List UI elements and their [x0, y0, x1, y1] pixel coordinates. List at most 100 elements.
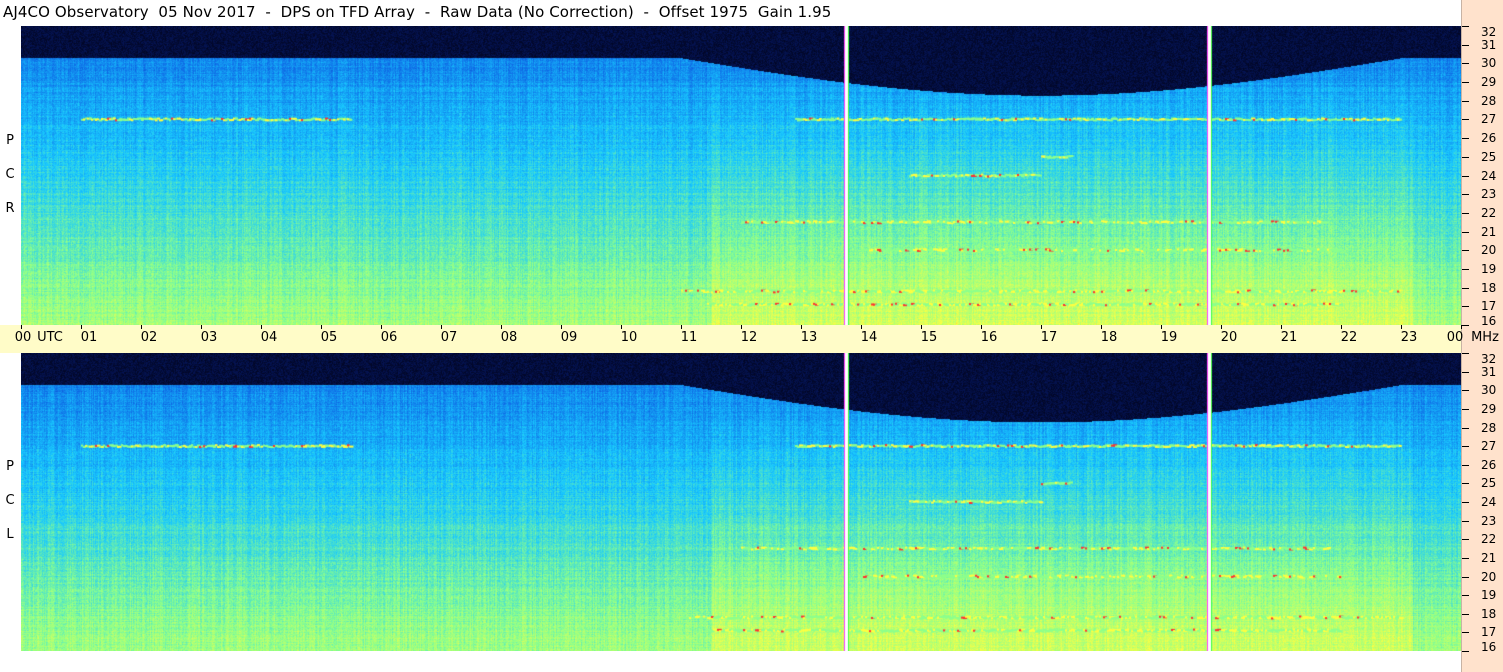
mhz-tick-mark [1462, 63, 1469, 65]
utc-tick-mark [21, 325, 22, 329]
mhz-tick-mark [1462, 408, 1469, 410]
utc-tick-label: 06 [380, 330, 398, 345]
mhz-tick-mark [1462, 613, 1469, 615]
mhz-tick-label: 22 [1481, 532, 1497, 547]
utc-tick-mark [261, 325, 262, 329]
mhz-tick-mark [1462, 446, 1469, 448]
utc-tick-mark [621, 325, 622, 329]
mhz-tick-label: 16 [1481, 314, 1497, 328]
rcp-spectrogram [21, 26, 1461, 325]
utc-tick-label: 22 [1340, 330, 1358, 345]
utc-tick-label: 04 [260, 330, 278, 345]
mhz-tick-label: 17 [1481, 625, 1497, 640]
utc-tick-mark [321, 325, 322, 329]
utc-tick-label: 23 [1400, 330, 1418, 345]
mhz-tick-mark [1462, 520, 1469, 522]
mhz-tick-mark [1462, 119, 1469, 121]
mhz-tick-mark [1462, 175, 1469, 177]
mhz-tick-mark [1462, 502, 1469, 503]
mhz-tick-label: 17 [1481, 299, 1497, 314]
mhz-tick-mark [1462, 231, 1469, 233]
mhz-tick-label: 30 [1481, 383, 1497, 398]
utc-tick-mark [741, 325, 742, 329]
utc-tick-mark [1041, 325, 1042, 329]
mhz-tick-mark [1462, 82, 1469, 84]
utc-tick-mark [1221, 325, 1222, 329]
mhz-tick-mark [1462, 287, 1469, 289]
utc-tick-label: 14 [860, 330, 878, 345]
mhz-tick-label: 22 [1481, 205, 1497, 220]
utc-tick-label: 20 [1220, 330, 1238, 345]
mhz-tick-mark [1462, 539, 1469, 541]
mhz-tick-mark [1462, 576, 1469, 578]
utc-tick-mark [801, 325, 802, 329]
chart-title: AJ4CO Observatory 05 Nov 2017 - DPS on T… [3, 3, 832, 21]
utc-tick-label: 09 [560, 330, 578, 345]
utc-tick-mark [861, 325, 862, 329]
mhz-tick-label: 31 [1481, 37, 1497, 52]
mhz-tick-mark [1462, 325, 1469, 326]
mhz-tick-label: 23 [1481, 187, 1497, 202]
mhz-tick-label: 24 [1481, 168, 1497, 183]
utc-tick-mark [141, 325, 142, 329]
utc-tick-label: 19 [1160, 330, 1178, 345]
rcp-heatmap-canvas [21, 26, 1461, 325]
mhz-tick-label: 29 [1481, 75, 1497, 90]
mhz-tick-mark [1462, 427, 1469, 429]
mhz-tick-mark [1462, 595, 1469, 597]
lcp-heatmap-canvas [21, 353, 1461, 651]
utc-tick-mark [1401, 325, 1402, 329]
mhz-tick-mark [1462, 632, 1469, 634]
utc-tick-label: 10 [620, 330, 638, 345]
lcp-letter-2: C [5, 493, 15, 508]
mhz-tick-label: 24 [1481, 495, 1497, 509]
mhz-tick-label: 23 [1481, 513, 1497, 528]
utc-tick-mark [201, 325, 202, 329]
mhz-tick-mark [1462, 194, 1469, 196]
mhz-tick-label: 31 [1481, 364, 1497, 379]
utc-tick-label: 08 [500, 330, 518, 345]
utc-tick-mark [441, 325, 442, 329]
utc-tick-mark [1281, 325, 1282, 329]
utc-tick-mark [1461, 325, 1462, 329]
mhz-tick-mark [1462, 26, 1469, 27]
utc-tick-label: 03 [200, 330, 218, 345]
mhz-tick-mark [1462, 138, 1469, 140]
utc-tick-label: 13 [800, 330, 818, 345]
utc-tick-label: 18 [1100, 330, 1118, 345]
utc-tick-mark [681, 325, 682, 329]
lcp-spectrogram [21, 353, 1461, 651]
rcp-letter-1: P [6, 133, 14, 148]
mhz-tick-label: 20 [1481, 569, 1497, 584]
mhz-tick-mark [1462, 44, 1469, 46]
utc-tick-mark [1341, 325, 1342, 329]
mhz-tick-mark [1462, 353, 1469, 354]
lcp-letter-1: P [6, 459, 14, 474]
mhz-tick-label: 21 [1481, 550, 1497, 565]
rcp-label: P C R [3, 124, 17, 226]
utc-tick-mark [1101, 325, 1102, 329]
mhz-tick-label: 29 [1481, 401, 1497, 416]
utc-tick-mark [381, 325, 382, 329]
utc-tick-label: 17 [1040, 330, 1058, 345]
utc-tick-label: 12 [740, 330, 758, 345]
rcp-letter-3: R [5, 201, 15, 216]
mhz-tick-label: 25 [1481, 476, 1497, 491]
mhz-tick-mark [1462, 651, 1469, 652]
mhz-tick-mark [1462, 557, 1469, 559]
mhz-tick-mark [1462, 156, 1469, 158]
utc-tick-label: 21 [1280, 330, 1298, 345]
mhz-tick-mark [1462, 306, 1469, 308]
mhz-tick-label: 26 [1481, 131, 1497, 146]
utc-tick-label: 07 [440, 330, 458, 345]
utc-tick-label: 02 [140, 330, 158, 345]
mhz-axis-label: MHz [1471, 330, 1499, 345]
utc-tick-mark [921, 325, 922, 329]
utc-tick-label: 01 [80, 330, 98, 345]
mhz-tick-mark [1462, 100, 1469, 102]
mhz-tick-label: 28 [1481, 420, 1497, 435]
utc-tick-mark [81, 325, 82, 329]
mhz-tick-mark [1462, 250, 1469, 252]
mhz-tick-label: 21 [1481, 224, 1497, 239]
lcp-label: P C L [3, 450, 17, 552]
